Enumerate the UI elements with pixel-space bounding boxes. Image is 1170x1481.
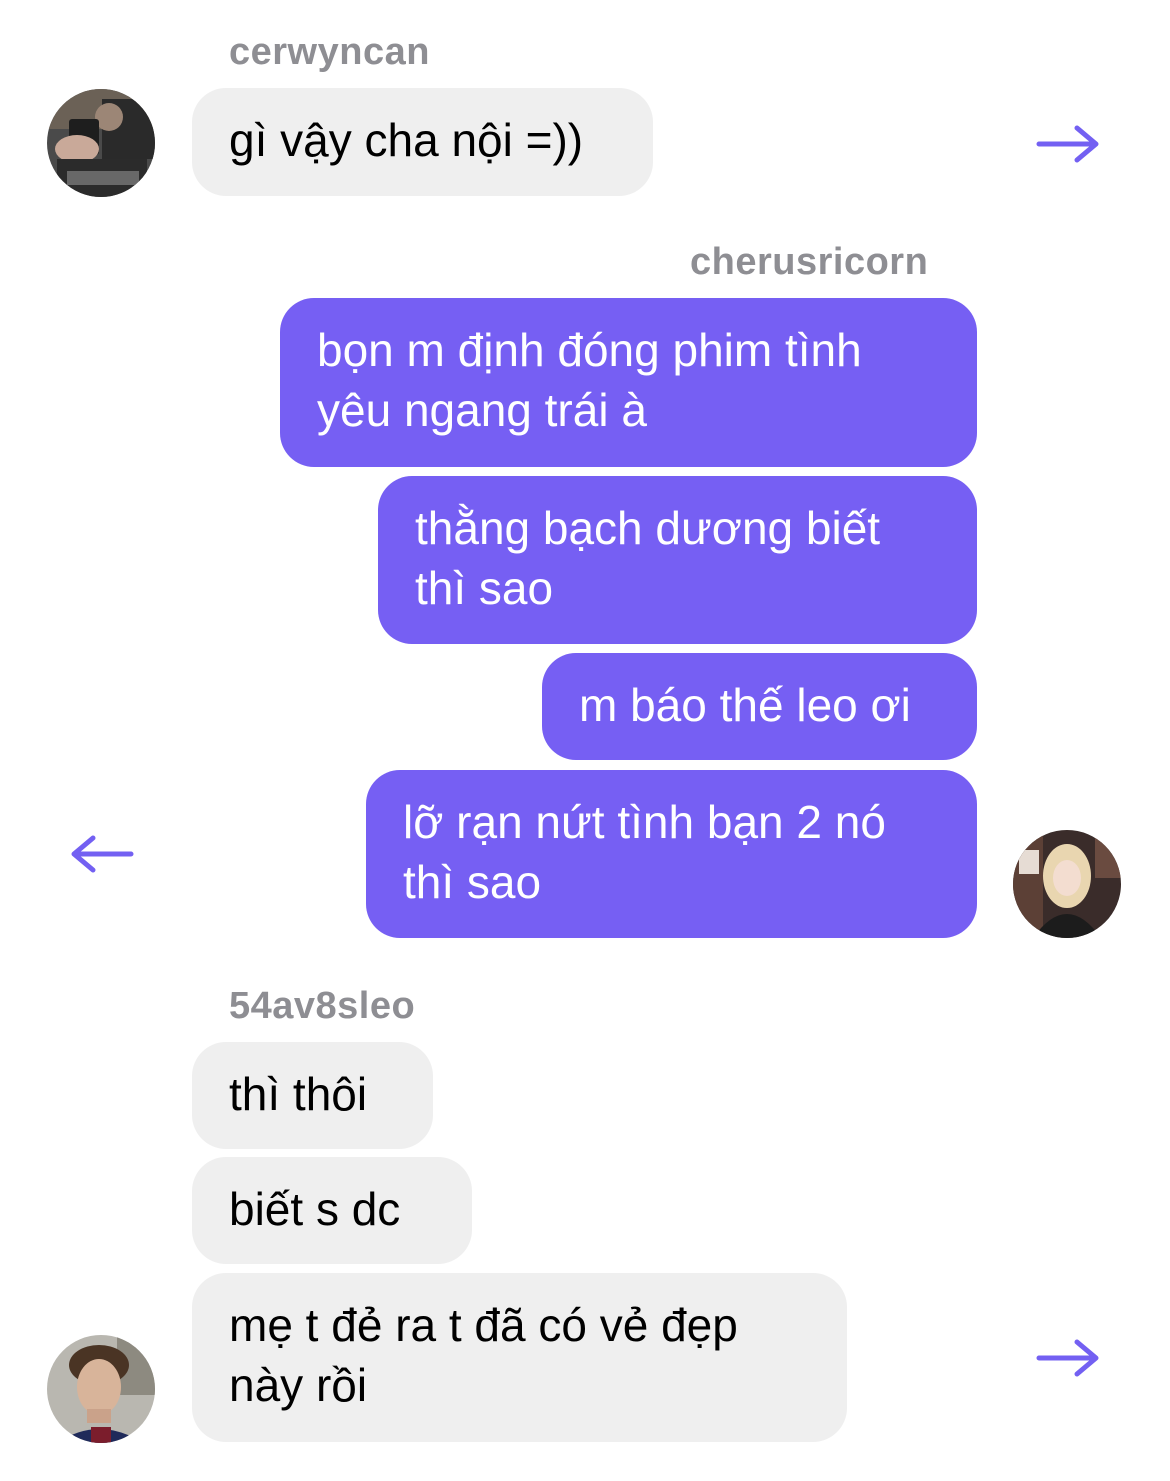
avatar-photo-icon (47, 1335, 155, 1443)
sender-username: cerwyncan (229, 31, 430, 73)
message-bubble[interactable]: thì thôi (192, 1042, 433, 1149)
message-bubble[interactable]: m báo thế leo ơi (542, 653, 977, 760)
message-bubble[interactable]: biết s dc (192, 1157, 472, 1264)
sender-username: 54av8sleo (229, 985, 416, 1027)
arrow-right-icon[interactable] (1035, 124, 1101, 164)
message-bubble[interactable]: lỡ rạn nứt tình bạn 2 nó thì sao (366, 770, 977, 938)
avatar[interactable] (47, 1335, 155, 1443)
message-bubble[interactable]: thằng bạch dương biết thì sao (378, 476, 977, 644)
avatar-photo-icon (1013, 830, 1121, 938)
avatar[interactable] (1013, 830, 1121, 938)
avatar[interactable] (47, 89, 155, 197)
arrow-left-icon[interactable] (69, 834, 135, 874)
message-bubble[interactable]: mẹ t đẻ ra t đã có vẻ đẹp này rồi (192, 1273, 847, 1442)
sender-username: cherusricorn (690, 241, 929, 283)
message-bubble[interactable]: bọn m định đóng phim tình yêu ngang trái… (280, 298, 977, 467)
arrow-right-icon[interactable] (1035, 1338, 1101, 1378)
message-bubble[interactable]: gì vậy cha nội =)) (192, 88, 653, 196)
avatar-photo-icon (47, 89, 155, 197)
